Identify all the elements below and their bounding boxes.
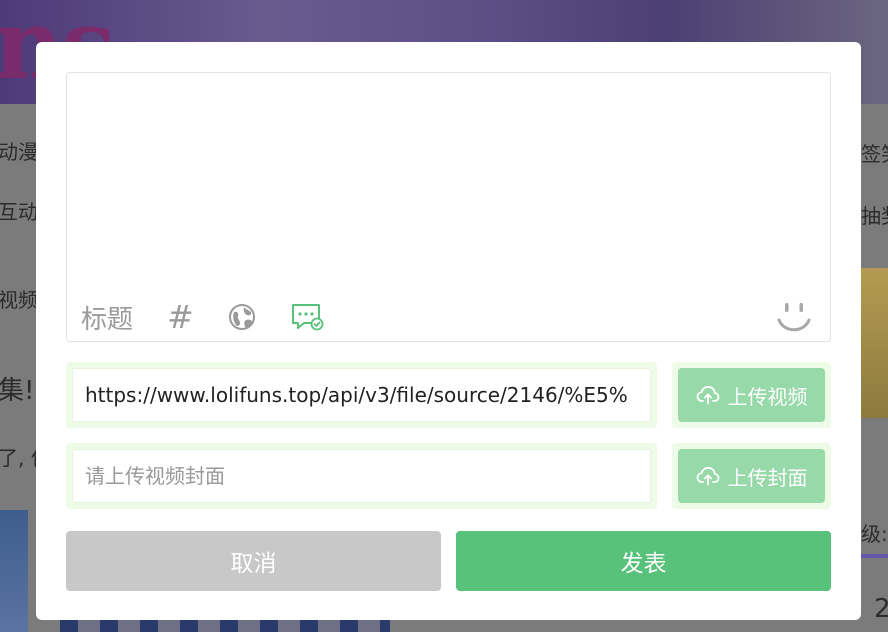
upload-video-wrapper: 上传视频	[672, 362, 831, 428]
video-url-input[interactable]	[72, 368, 651, 422]
cover-url-wrapper	[66, 443, 657, 509]
smile-icon[interactable]	[776, 299, 812, 339]
cloud-upload-icon	[696, 385, 719, 405]
title-button[interactable]: 标题	[81, 299, 133, 336]
cancel-button[interactable]: 取消	[66, 531, 441, 591]
upload-cover-button[interactable]: 上传封面	[678, 449, 825, 503]
video-url-wrapper	[66, 362, 657, 428]
background-text: 互动	[0, 200, 38, 224]
upload-video-button[interactable]: 上传视频	[678, 368, 825, 422]
topic-hashtag-button[interactable]: #	[167, 301, 194, 333]
editor-toolbar: 标题 #	[81, 295, 358, 339]
publish-button[interactable]: 发表	[456, 531, 831, 591]
background-thumbnail	[0, 510, 28, 632]
upload-cover-label: 上传封面	[727, 465, 808, 490]
cloud-upload-icon	[696, 466, 719, 486]
background-side-image	[860, 268, 888, 418]
background-artwork	[60, 618, 390, 632]
cover-url-input[interactable]	[72, 449, 651, 503]
background-underline	[860, 554, 888, 558]
globe-icon[interactable]	[228, 303, 256, 331]
background-text: 抽奖	[861, 204, 888, 228]
background-text: 2	[874, 594, 888, 624]
post-content-input[interactable]	[79, 83, 819, 283]
chat-check-icon[interactable]	[290, 302, 324, 332]
background-text: 集!	[0, 376, 35, 406]
post-video-modal: 标题 # https://www.lolifuns.top/api/v3/fil…	[36, 42, 861, 620]
upload-video-label: 上传视频	[727, 384, 808, 409]
background-text: 级:	[861, 522, 888, 546]
upload-cover-wrapper: 上传封面	[672, 443, 831, 509]
background-text: 签笑	[861, 142, 888, 166]
background-text: 视频	[0, 288, 38, 312]
post-editor: 标题 #	[66, 72, 831, 342]
background-text: 动漫	[0, 140, 38, 164]
